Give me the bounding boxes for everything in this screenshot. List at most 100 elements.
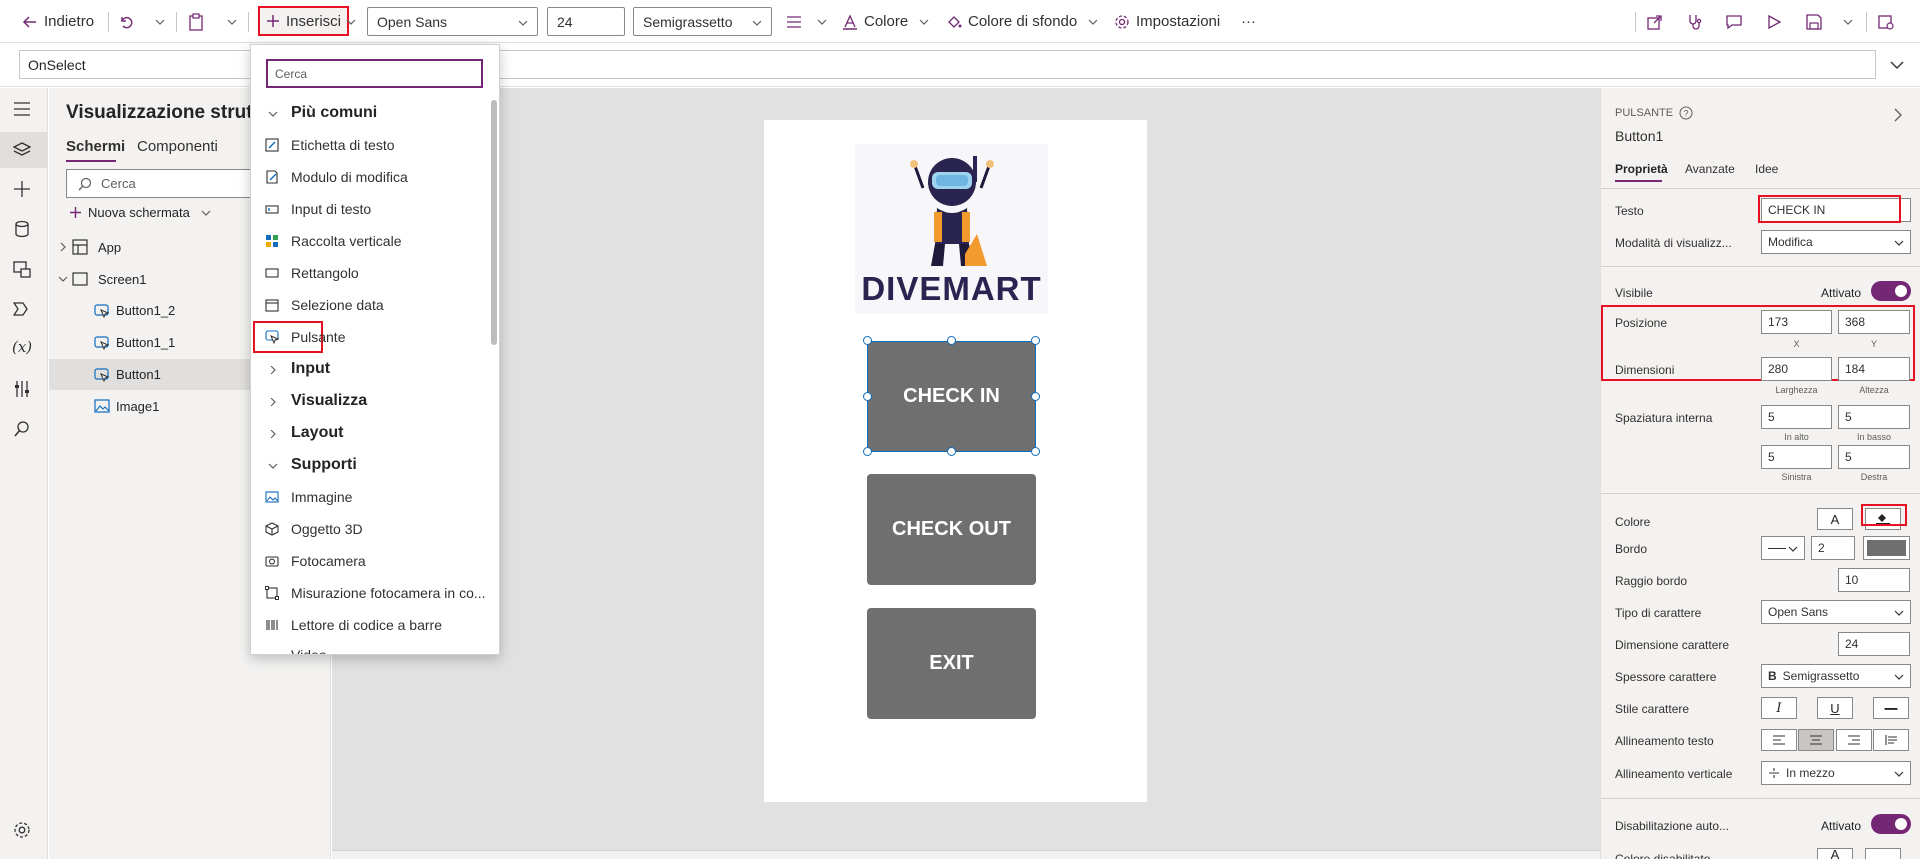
back-button[interactable]: Indietro xyxy=(22,0,94,43)
padding-left-input[interactable]: 5 xyxy=(1761,445,1832,469)
border-color-picker[interactable] xyxy=(1863,536,1910,560)
tab-advanced[interactable]: Avanzate xyxy=(1685,162,1735,176)
menu-item-date-picker[interactable]: Selezione data xyxy=(251,289,491,321)
tree-view-tab[interactable] xyxy=(0,132,48,168)
italic-button[interactable]: I xyxy=(1761,697,1797,719)
chevron-down-icon[interactable] xyxy=(1889,57,1905,73)
align-justify-button[interactable] xyxy=(1873,729,1909,751)
font-color-picker[interactable]: A xyxy=(1817,508,1853,530)
background-color-button[interactable]: Colore di sfondo xyxy=(946,0,1099,43)
vertical-align-dropdown[interactable]: In mezzo xyxy=(1761,761,1911,785)
resize-handle[interactable] xyxy=(947,336,956,345)
group-media[interactable]: Supporti xyxy=(251,449,491,481)
power-automate-icon[interactable] xyxy=(13,300,31,318)
tab-properties[interactable]: Proprietà xyxy=(1615,162,1668,176)
publish-button[interactable] xyxy=(1878,0,1894,43)
underline-button[interactable]: U xyxy=(1817,697,1853,719)
width-input[interactable]: 280 xyxy=(1761,357,1832,381)
media-icon[interactable] xyxy=(13,260,31,278)
insert-search-input[interactable]: Cerca xyxy=(266,59,483,88)
resize-handle[interactable] xyxy=(863,392,872,401)
disabled-fill-color-picker[interactable] xyxy=(1865,848,1901,859)
font-weight-dropdown[interactable]: Semigrassetto xyxy=(633,7,772,36)
group-display[interactable]: Visualizza xyxy=(251,385,491,417)
advanced-tools-icon[interactable] xyxy=(13,380,31,398)
padding-bottom-input[interactable]: 5 xyxy=(1838,405,1910,429)
resize-handle[interactable] xyxy=(863,336,872,345)
auto-disable-toggle[interactable] xyxy=(1871,814,1911,834)
control-name[interactable]: Button1 xyxy=(1615,128,1663,144)
variables-icon[interactable]: (x) xyxy=(12,338,32,356)
paste-dropdown[interactable] xyxy=(226,0,238,43)
search-icon[interactable] xyxy=(13,420,31,438)
menu-item-barcode-reader[interactable]: Lettore di codice a barre xyxy=(251,609,491,641)
height-input[interactable]: 184 xyxy=(1838,357,1910,381)
align-center-button[interactable] xyxy=(1798,729,1834,751)
color-button[interactable]: Colore xyxy=(842,0,930,43)
resize-handle[interactable] xyxy=(1031,447,1040,456)
settings-button[interactable]: Impostazioni xyxy=(1114,0,1220,43)
insert-dropdown[interactable] xyxy=(345,0,357,43)
padding-right-input[interactable]: 5 xyxy=(1838,445,1910,469)
padding-top-input[interactable]: 5 xyxy=(1761,405,1832,429)
preview-button[interactable] xyxy=(1766,0,1782,43)
font-size-input[interactable]: 24 xyxy=(1838,632,1910,656)
resize-handle[interactable] xyxy=(1031,336,1040,345)
font-dropdown[interactable]: Open Sans xyxy=(1761,600,1911,624)
menu-item-vertical-gallery[interactable]: Raccolta verticale xyxy=(251,225,491,257)
menu-item-measuring-camera[interactable]: Misurazione fotocamera in co... xyxy=(251,577,491,609)
align-left-button[interactable] xyxy=(1761,729,1797,751)
help-icon[interactable]: ? xyxy=(1679,106,1693,120)
menu-item-image[interactable]: Immagine xyxy=(251,481,491,513)
undo-button[interactable] xyxy=(118,0,134,43)
resize-handle[interactable] xyxy=(947,447,956,456)
menu-item-text-input[interactable]: Input di testo xyxy=(251,193,491,225)
position-x-input[interactable]: 173 xyxy=(1761,310,1832,334)
comments-button[interactable] xyxy=(1726,0,1742,43)
tab-screens[interactable]: Schermi xyxy=(66,138,125,155)
menu-item-edit-form[interactable]: Modulo di modifica xyxy=(251,161,491,193)
plus-icon[interactable] xyxy=(13,180,31,198)
menu-item-text-label[interactable]: Etichetta di testo xyxy=(251,129,491,161)
border-style-dropdown[interactable] xyxy=(1761,536,1805,560)
menu-item-video[interactable]: Video xyxy=(251,641,491,654)
more-commands-button[interactable]: ··· xyxy=(1241,0,1256,43)
border-radius-input[interactable]: 10 xyxy=(1838,568,1910,592)
tab-ideas[interactable]: Idee xyxy=(1755,162,1778,176)
database-icon[interactable] xyxy=(13,220,31,238)
menu-item-camera[interactable]: Fotocamera xyxy=(251,545,491,577)
border-width-input[interactable]: 2 xyxy=(1811,536,1855,560)
align-right-button[interactable] xyxy=(1836,729,1872,751)
new-screen-button[interactable]: Nuova schermata xyxy=(69,205,212,220)
check-out-button[interactable]: CHECK OUT xyxy=(867,474,1036,585)
position-y-input[interactable]: 368 xyxy=(1838,310,1910,334)
font-weight-dropdown[interactable]: B Semigrassetto xyxy=(1761,664,1911,688)
image1-logo[interactable]: DIVEMART xyxy=(855,144,1048,314)
menu-item-rectangle[interactable]: Rettangolo xyxy=(251,257,491,289)
group-most-common[interactable]: Più comuni xyxy=(251,97,491,129)
chevron-right-icon[interactable] xyxy=(1892,108,1904,122)
hamburger-menu-icon[interactable] xyxy=(13,102,31,116)
menu-item-button[interactable]: Pulsante xyxy=(251,321,491,353)
tab-components[interactable]: Componenti xyxy=(137,138,218,155)
save-dropdown[interactable] xyxy=(1842,0,1854,43)
group-input[interactable]: Input xyxy=(251,353,491,385)
app-checker-button[interactable] xyxy=(1687,0,1703,43)
menu-item-3d-object[interactable]: Oggetto 3D xyxy=(251,513,491,545)
insert-button[interactable]: Inserisci xyxy=(258,6,350,36)
gear-icon[interactable] xyxy=(13,821,31,839)
display-mode-dropdown[interactable]: Modifica xyxy=(1761,230,1911,254)
save-button[interactable] xyxy=(1806,0,1822,43)
share-button[interactable] xyxy=(1647,0,1663,43)
text-align-button[interactable] xyxy=(786,0,828,43)
formula-input[interactable] xyxy=(498,50,1876,79)
exit-button[interactable]: EXIT xyxy=(867,608,1036,719)
group-layout[interactable]: Layout xyxy=(251,417,491,449)
paste-button[interactable] xyxy=(188,0,204,43)
menu-scrollbar[interactable] xyxy=(491,100,497,345)
strikethrough-button[interactable]: — xyxy=(1873,697,1909,719)
font-dropdown[interactable]: Open Sans xyxy=(367,7,538,36)
disabled-font-color-picker[interactable]: A xyxy=(1817,848,1853,859)
resize-handle[interactable] xyxy=(1031,392,1040,401)
canvas-scrollbar[interactable] xyxy=(332,850,1600,859)
